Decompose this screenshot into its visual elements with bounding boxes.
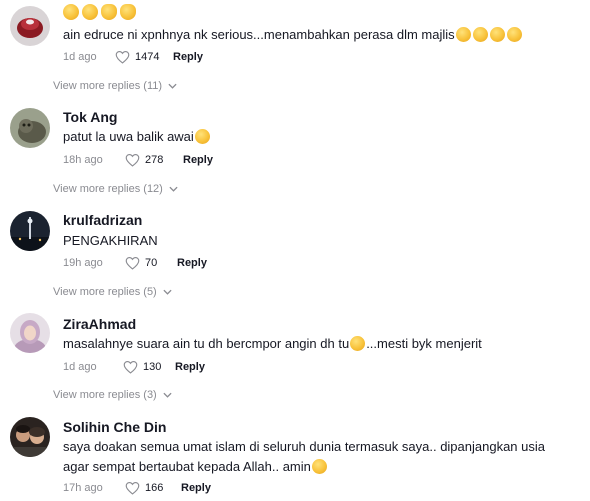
comment-time: 1d ago xyxy=(63,51,97,63)
like-button[interactable]: 70 xyxy=(125,256,177,270)
comment-username[interactable]: Tok Ang xyxy=(63,109,117,125)
comment-meta: 19h ago 70 Reply xyxy=(63,256,207,270)
comment-text: saya doakan semua umat islam di seluruh … xyxy=(63,439,545,474)
like-count: 278 xyxy=(145,154,164,166)
view-more-replies[interactable]: View more replies (12) xyxy=(53,183,178,195)
comment-meta: 17h ago 166 Reply xyxy=(63,481,211,495)
sweat-smile-emoji-icon xyxy=(194,129,210,144)
like-button[interactable]: 130 xyxy=(123,360,175,374)
chevron-down-icon xyxy=(163,289,172,295)
comment-text: masalahnye suara ain tu dh bercmpor angi… xyxy=(63,336,482,351)
heart-icon xyxy=(125,153,140,167)
comment-text: PENGAKHIRAN xyxy=(63,233,158,248)
avatar[interactable] xyxy=(10,108,50,148)
heart-icon xyxy=(125,481,140,495)
chevron-down-icon xyxy=(163,392,172,398)
chevron-down-icon xyxy=(169,186,178,192)
like-count: 130 xyxy=(143,361,162,373)
reply-button[interactable]: Reply xyxy=(173,51,203,63)
shushing-face-emoji-icon xyxy=(63,4,79,20)
comment-time: 18h ago xyxy=(63,154,103,166)
smiling-face-with-hearts-emoji-icon xyxy=(311,459,327,474)
view-more-replies[interactable]: View more replies (3) xyxy=(53,389,172,401)
comment-text: ain edruce ni xpnhnya nk serious...menam… xyxy=(63,25,573,45)
avatar[interactable] xyxy=(10,417,50,457)
like-count: 70 xyxy=(145,257,158,269)
comment-time: 19h ago xyxy=(63,257,103,269)
ok-hand-emoji-icon xyxy=(120,4,136,20)
comment-time: 1d ago xyxy=(63,361,97,373)
comment-username[interactable]: ZiraAhmad xyxy=(63,316,136,332)
comment-time: 17h ago xyxy=(63,482,103,494)
comment-text: patut la uwa balik awai xyxy=(63,127,573,147)
comment-meta: 1d ago 130 Reply xyxy=(63,360,205,374)
comment-meta: 1d ago 1474 Reply xyxy=(63,50,203,64)
heart-icon xyxy=(115,50,130,64)
like-button[interactable]: 278 xyxy=(125,153,183,167)
reply-button[interactable]: Reply xyxy=(177,257,207,269)
heart-icon xyxy=(125,256,140,270)
reply-button[interactable]: Reply xyxy=(181,482,211,494)
view-more-replies[interactable]: View more replies (11) xyxy=(53,80,177,92)
view-more-replies[interactable]: View more replies (5) xyxy=(53,286,172,298)
avatar[interactable] xyxy=(10,313,50,353)
comment-username[interactable]: krulfadrizan xyxy=(63,212,142,228)
chevron-down-icon xyxy=(168,83,177,89)
like-count: 166 xyxy=(145,482,164,494)
heart-icon xyxy=(123,360,138,374)
avatar[interactable] xyxy=(10,6,50,46)
joy-emoji-icon xyxy=(489,27,505,42)
like-button[interactable]: 1474 xyxy=(115,50,173,64)
joy-emoji-icon xyxy=(350,336,366,351)
joy-emoji-icon xyxy=(506,27,522,42)
like-button[interactable]: 166 xyxy=(125,481,181,495)
shushing-face-emoji-icon xyxy=(82,4,98,20)
joy-emoji-icon xyxy=(455,27,471,42)
comment-username[interactable]: Solihin Che Din xyxy=(63,419,166,435)
comment-meta: 18h ago 278 Reply xyxy=(63,153,213,167)
username-emojis xyxy=(63,4,136,20)
joy-emoji-icon xyxy=(472,27,488,42)
avatar[interactable] xyxy=(10,211,50,251)
like-count: 1474 xyxy=(135,51,160,63)
reply-button[interactable]: Reply xyxy=(183,154,213,166)
ok-hand-emoji-icon xyxy=(101,4,117,20)
reply-button[interactable]: Reply xyxy=(175,361,205,373)
